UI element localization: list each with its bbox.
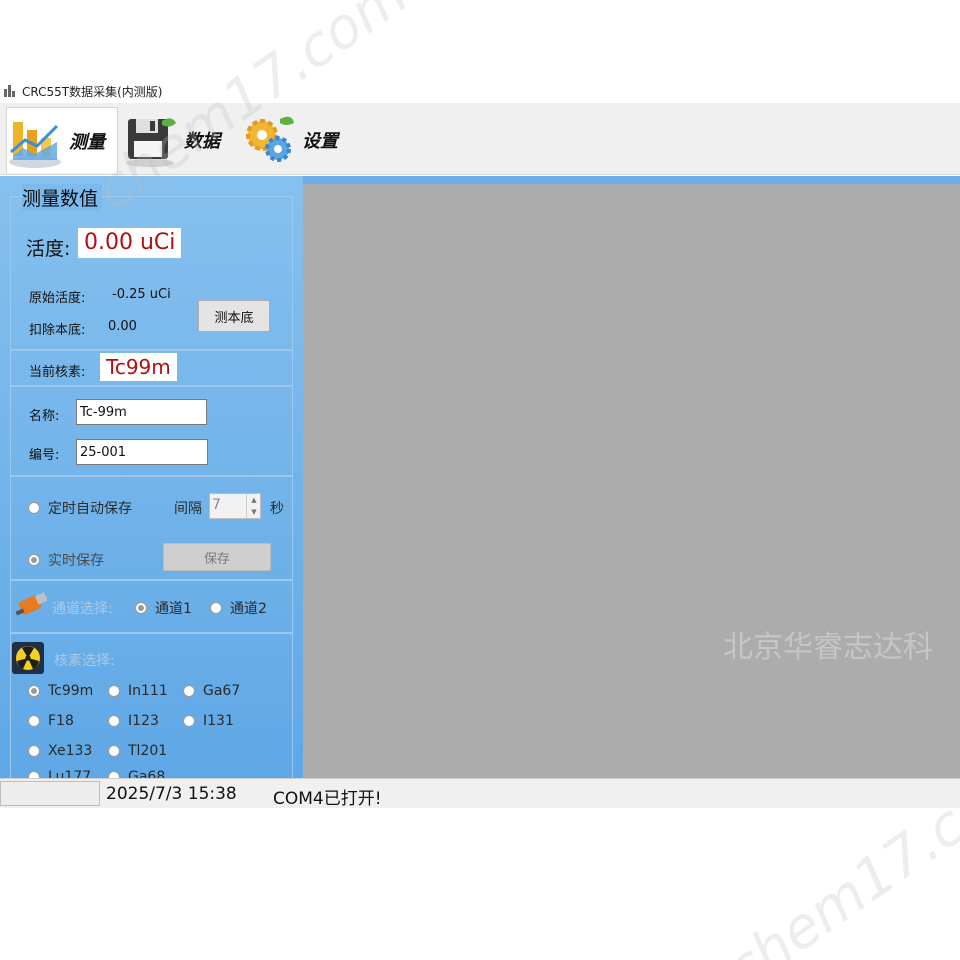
- window-title: CRC55T数据采集(内测版): [22, 84, 163, 99]
- nuclide-option-tc99m[interactable]: Tc99m: [28, 683, 93, 699]
- measure-background-button[interactable]: 测本底: [198, 300, 270, 332]
- interval-label: 间隔: [174, 501, 202, 517]
- interval-value: 7: [212, 497, 221, 513]
- current-nuclide-label: 当前核素:: [29, 365, 86, 380]
- app-icon: [3, 84, 17, 98]
- chevron-down-icon[interactable]: ▼: [247, 506, 261, 518]
- realtime-save-radio[interactable]: 实时保存: [28, 550, 104, 570]
- radio-circle-icon: [108, 771, 120, 778]
- raw-activity-value: -0.25 uCi: [112, 287, 171, 302]
- nuclide-option-label: I131: [203, 713, 234, 729]
- activity-value: 0.00 uCi: [78, 228, 182, 258]
- channel-option-label: 通道2: [230, 601, 267, 617]
- nuclide-option-i123[interactable]: I123: [108, 713, 159, 729]
- nuclide-option-f18[interactable]: F18: [28, 713, 74, 729]
- toolbar-label: 测量: [69, 131, 105, 153]
- radio-circle-icon: [28, 745, 40, 757]
- radio-circle-icon: [28, 554, 40, 566]
- chevron-up-icon[interactable]: ▲: [247, 494, 261, 506]
- radio-circle-icon: [135, 602, 147, 614]
- nuclide-option-label: Tl201: [128, 743, 168, 759]
- toolbar: 测量 数据 设置: [0, 103, 960, 175]
- nuclide-option-ga68[interactable]: Ga68: [108, 769, 165, 778]
- nuclide-overflow-row: Lu177 Ga68: [0, 767, 293, 778]
- nuclide-select-group: [10, 633, 293, 783]
- channel-option-label: 通道1: [155, 601, 192, 617]
- toolbar-label: 设置: [302, 131, 338, 152]
- realtime-save-label: 实时保存: [48, 553, 104, 569]
- save-button[interactable]: 保存: [163, 543, 271, 571]
- nuclide-option-label: F18: [48, 713, 74, 729]
- interval-unit-label: 秒: [270, 501, 284, 517]
- raw-activity-label: 原始活度:: [29, 291, 86, 306]
- timed-save-radio[interactable]: 定时自动保存: [28, 498, 132, 518]
- toolbar-label: 数据: [184, 131, 220, 152]
- nuclide-option-label: Ga68: [128, 769, 166, 778]
- toolbar-settings-button[interactable]: 设置: [240, 107, 352, 173]
- chart-icon: [7, 112, 63, 170]
- radio-circle-icon: [28, 685, 40, 697]
- channel-option-1[interactable]: 通道1: [135, 598, 192, 618]
- measure-group-title: 测量数值: [22, 184, 103, 211]
- nuclide-option-in111[interactable]: In111: [108, 683, 168, 699]
- timed-save-label: 定时自动保存: [48, 501, 132, 517]
- status-message: COM4已打开!: [273, 789, 382, 809]
- interval-stepper[interactable]: 7 ▲ ▼: [209, 493, 261, 519]
- radiation-icon: [12, 642, 44, 674]
- stepper-arrows: ▲ ▼: [246, 494, 260, 518]
- nuclide-option-label: Lu177: [48, 769, 92, 778]
- app-screen: chem17.com chem17.com CRC55T数据采集(内测版) 测量: [0, 0, 960, 960]
- activity-label: 活度:: [26, 238, 71, 260]
- nuclide-option-label: Tc99m: [48, 683, 94, 699]
- radio-circle-icon: [28, 502, 40, 514]
- gears-icon: [240, 111, 296, 169]
- canvas-watermark: 北京华睿志达科: [723, 630, 933, 665]
- channel-option-2[interactable]: 通道2: [210, 598, 267, 618]
- title-bar: CRC55T数据采集(内测版): [0, 80, 960, 102]
- nuclide-option-label: Xe133: [48, 743, 93, 759]
- background-label: 扣除本底:: [29, 323, 86, 338]
- status-datetime: 2025/7/3 15:38: [106, 784, 237, 804]
- nuclide-option-label: In111: [128, 683, 168, 699]
- name-input[interactable]: [76, 399, 207, 425]
- nuclide-option-i131[interactable]: I131: [183, 713, 234, 729]
- nuclide-option-tl201[interactable]: Tl201: [108, 743, 167, 759]
- status-bar: 2025/7/3 15:38 COM4已打开!: [0, 778, 960, 809]
- nuclide-option-ga67[interactable]: Ga67: [183, 683, 240, 699]
- nuclide-option-label: Ga67: [203, 683, 241, 699]
- radio-circle-icon: [108, 715, 120, 727]
- nuclide-option-lu177[interactable]: Lu177: [28, 769, 91, 778]
- status-progress-cell: [0, 781, 100, 806]
- radio-circle-icon: [183, 685, 195, 697]
- background-value: 0.00: [108, 319, 137, 334]
- nuclide-option-label: I123: [128, 713, 159, 729]
- id-label: 编号:: [29, 448, 60, 463]
- nuclide-option-xe133[interactable]: Xe133: [28, 743, 92, 759]
- usb-plug-icon: [15, 590, 50, 620]
- nuclide-select-label: 核素选择:: [54, 653, 115, 669]
- current-nuclide-value: Tc99m: [100, 353, 177, 381]
- floppy-disk-icon: [122, 111, 178, 169]
- toolbar-measure-button[interactable]: 测量: [6, 107, 118, 173]
- chart-canvas: 北京华睿志达科: [303, 176, 960, 778]
- id-input[interactable]: [76, 439, 208, 465]
- channel-label: 通道选择:: [52, 601, 113, 617]
- radio-circle-icon: [108, 745, 120, 757]
- radio-circle-icon: [210, 602, 222, 614]
- radio-circle-icon: [28, 715, 40, 727]
- radio-circle-icon: [28, 771, 40, 778]
- radio-circle-icon: [183, 715, 195, 727]
- toolbar-data-button[interactable]: 数据: [122, 107, 236, 173]
- name-label: 名称:: [29, 409, 60, 424]
- radio-circle-icon: [108, 685, 120, 697]
